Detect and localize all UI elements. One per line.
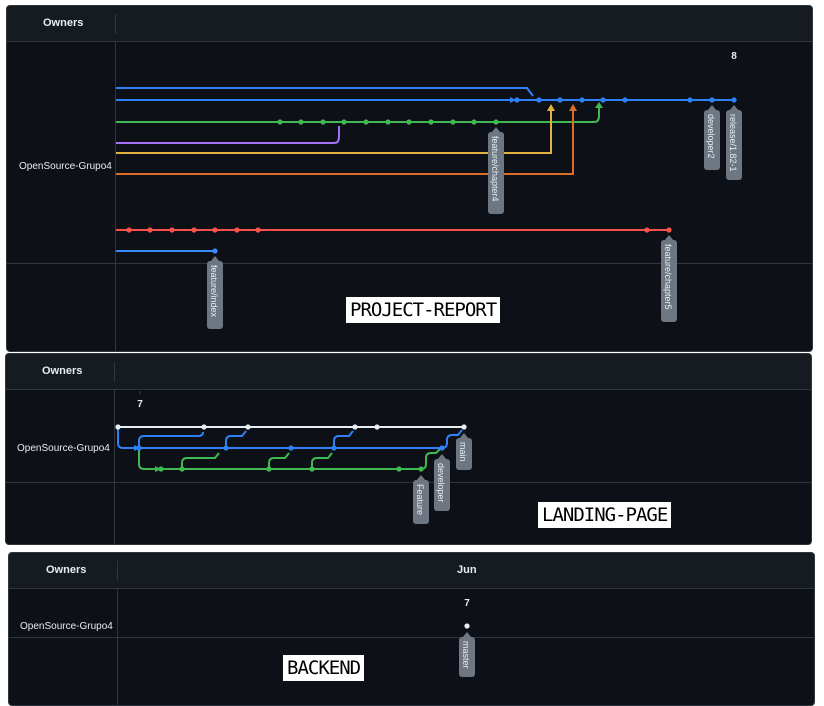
day-label: 7	[137, 399, 143, 410]
commit-dot	[666, 227, 672, 233]
commit-dot	[223, 445, 229, 451]
branch-tag-release[interactable]: release/1.82-1	[726, 105, 742, 180]
commit-dot	[179, 466, 185, 472]
commit-dot	[212, 248, 218, 254]
commit-dot	[309, 466, 315, 472]
branch-line-orange	[116, 106, 574, 175]
commit-dot	[352, 424, 358, 430]
commit-dot	[363, 119, 369, 125]
commit-dot	[536, 97, 542, 103]
commit-dot	[277, 119, 283, 125]
commit-dot	[385, 119, 391, 125]
svg-text:developer: developer	[436, 463, 446, 503]
caption-project-report: PROJECT-REPORT	[346, 297, 501, 323]
commit-dot	[298, 119, 304, 125]
merge-up	[333, 430, 354, 448]
svg-text:developer2: developer2	[706, 114, 716, 159]
caption-backend: BACKEND	[283, 655, 365, 681]
commit-dot	[136, 445, 142, 451]
branch-tag-master[interactable]: master	[459, 632, 475, 677]
branch-line-blue-upper	[116, 87, 534, 97]
commit-dot	[126, 227, 132, 233]
svg-text:feature/index: feature/index	[209, 265, 219, 318]
commit-dot	[461, 424, 467, 430]
caption-landing-page: LANDING-PAGE	[538, 502, 672, 528]
commit-dot	[320, 119, 326, 125]
commit-dot	[266, 466, 272, 472]
merge-up	[268, 452, 290, 469]
branch-tag-main[interactable]: main	[456, 433, 472, 470]
commit-dot	[115, 424, 121, 430]
day-label: 7	[464, 598, 470, 609]
svg-text:feature/chapter5: feature/chapter5	[663, 244, 673, 310]
merge-up	[311, 452, 333, 469]
merge-arrow	[569, 104, 577, 111]
branch-line-developer	[117, 427, 448, 449]
branch-line-green	[116, 104, 600, 123]
svg-text:main: main	[458, 442, 468, 462]
branch-tag-developer[interactable]: developer	[434, 454, 450, 511]
commit-dot	[396, 466, 402, 472]
branch-tag-feature-chapter4[interactable]: feature/chapter4	[488, 127, 504, 214]
commit-dot	[158, 466, 164, 472]
commit-dot	[464, 623, 470, 629]
commit-dot	[731, 97, 737, 103]
branch-tag-developer2[interactable]: developer2	[704, 105, 720, 170]
svg-text:master: master	[461, 641, 471, 669]
commit-dot	[255, 227, 261, 233]
commit-graph: 7 master	[459, 598, 475, 677]
commit-dot	[288, 445, 294, 451]
svg-text:feature/chapter4: feature/chapter4	[490, 136, 500, 202]
commit-dot	[331, 445, 337, 451]
branch-line-purple	[116, 126, 340, 144]
commit-dot	[644, 227, 650, 233]
network-panel-landing-page: Owners OpenSource-Grupo4 7 main develope…	[5, 353, 812, 545]
commit-graph: 7 main developer Feature	[115, 391, 472, 524]
commit-dot	[493, 119, 499, 125]
commit-dot	[212, 227, 218, 233]
commit-dot	[439, 445, 445, 451]
branch-tag-feature-chapter5[interactable]: feature/chapter5	[661, 235, 677, 322]
commit-dot	[341, 119, 347, 125]
commit-dot	[169, 227, 175, 233]
commit-dot	[245, 424, 251, 430]
commit-dot	[709, 97, 715, 103]
commit-dot	[622, 97, 628, 103]
commit-dot	[147, 227, 153, 233]
commit-dot	[557, 97, 563, 103]
merge-up	[225, 430, 247, 448]
commit-dot	[600, 97, 606, 103]
commit-dot	[191, 227, 197, 233]
commit-dot	[471, 119, 477, 125]
merge-up	[138, 431, 204, 448]
commit-dot	[514, 97, 520, 103]
merge-arrow	[547, 104, 555, 111]
commit-dot	[201, 424, 207, 430]
merge-arrow	[595, 102, 603, 108]
commit-dot	[579, 97, 585, 103]
commit-dot	[374, 424, 380, 430]
commit-dot	[234, 227, 240, 233]
branch-line-yellow	[116, 106, 552, 154]
commit-dot	[687, 97, 693, 103]
network-panel-backend: Owners Jun OpenSource-Grupo4 7 master	[8, 552, 815, 706]
branch-tag-feature-index[interactable]: feature/index	[207, 256, 223, 329]
day-label: 8	[731, 51, 737, 62]
branch-tag-feature[interactable]: Feature	[413, 475, 429, 524]
commit-dot	[418, 466, 424, 472]
commit-dot	[450, 119, 456, 125]
svg-text:Feature: Feature	[415, 484, 425, 515]
commit-dot	[428, 119, 434, 125]
merge-up	[181, 452, 220, 469]
svg-text:release/1.82-1: release/1.82-1	[728, 114, 738, 172]
commit-dot	[406, 119, 412, 125]
